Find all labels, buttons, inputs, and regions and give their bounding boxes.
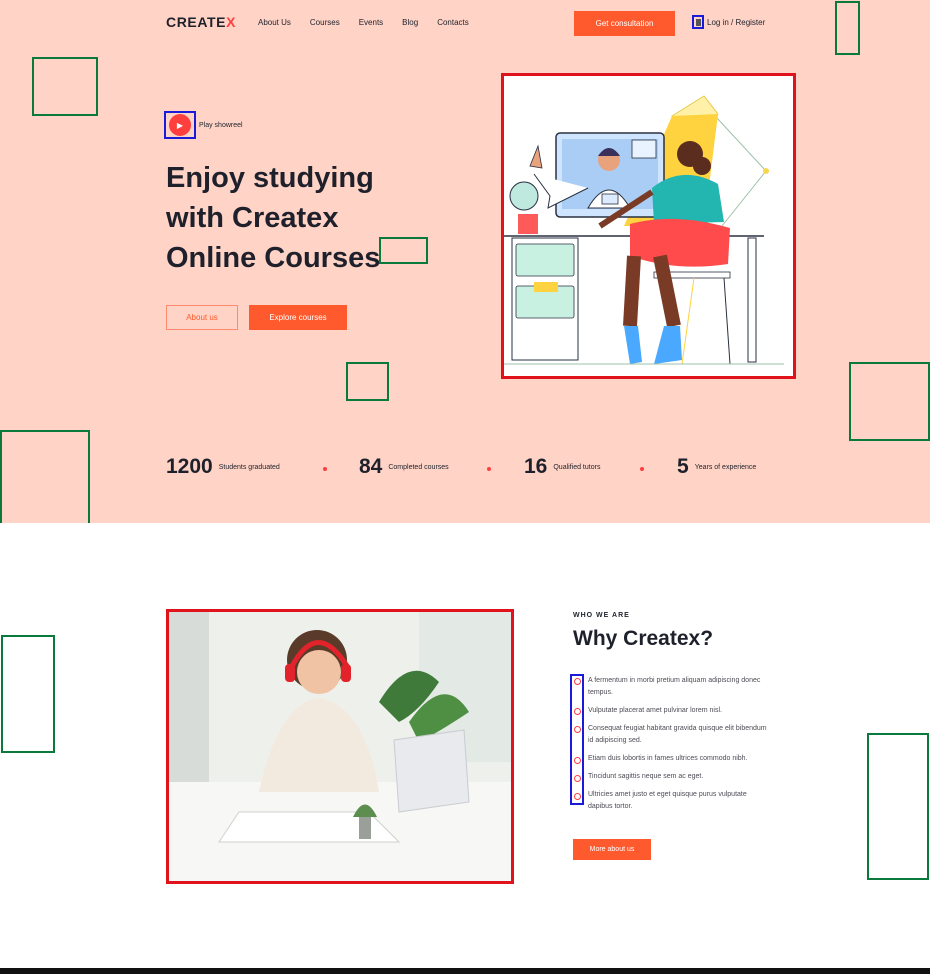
hero-title-line-1: Enjoy studying <box>166 162 374 194</box>
stat-label: Completed courses <box>388 463 449 471</box>
stat-students: 1200 Students graduated <box>166 455 280 479</box>
list-item: Vulputate placerat amet pulvinar lorem n… <box>588 707 722 714</box>
list-item: Ultricies amet justo et eget quisque pur… <box>588 791 747 810</box>
stat-tutors: 16 Qualified tutors <box>524 455 600 479</box>
stat-separator <box>640 467 644 471</box>
deco-dots-shape <box>849 362 930 441</box>
feature-list: A fermentum in morbi pretium aliquam adi… <box>588 675 768 819</box>
stats-row: 1200 Students graduated 84 Completed cou… <box>166 455 766 485</box>
logo[interactable]: CREATEX <box>166 14 236 30</box>
stat-value: 84 <box>359 455 383 478</box>
main-nav: About Us Courses Events Blog Contacts <box>258 18 469 27</box>
list-item: Etiam duis lobortis in fames ultrices co… <box>588 755 748 762</box>
section-title: Why Createx? <box>573 627 714 650</box>
list-item: A fermentum in morbi pretium aliquam adi… <box>588 677 761 696</box>
deco-circle-shape <box>867 733 929 880</box>
play-showreel-label: Play showreel <box>199 121 243 129</box>
check-circle-icon <box>574 708 581 715</box>
deco-circle-shape <box>0 430 90 523</box>
deco-shape <box>379 237 428 264</box>
nav-about-us[interactable]: About Us <box>258 18 291 27</box>
stat-courses: 84 Completed courses <box>359 455 449 479</box>
stat-value: 5 <box>677 455 689 478</box>
list-item: Tincidunt sagittis neque sem ac eget. <box>588 773 704 780</box>
deco-arrows-shape <box>32 57 98 116</box>
nav-events[interactable]: Events <box>359 18 383 27</box>
user-icon <box>692 15 704 29</box>
section-eyebrow: WHO WE ARE <box>573 612 630 619</box>
login-register-link[interactable]: Log in / Register <box>692 15 765 29</box>
stat-label: Students graduated <box>218 463 280 471</box>
check-circle-icon <box>574 793 581 800</box>
stat-label: Years of experience <box>694 463 757 471</box>
play-icon[interactable]: ▶ <box>169 114 191 136</box>
stat-separator <box>323 467 327 471</box>
more-about-us-button[interactable]: More about us <box>573 839 651 860</box>
check-circle-icon <box>574 757 581 764</box>
student-with-headphones-image <box>169 612 511 881</box>
about-us-button[interactable]: About us <box>166 305 238 330</box>
hero-title-line-3: Online Courses <box>166 242 381 274</box>
stat-value: 1200 <box>166 455 213 478</box>
footer-edge <box>0 968 930 974</box>
hero-title: Enjoy studying with Createx Online Cours… <box>166 158 406 278</box>
stat-label: Qualified tutors <box>553 463 601 471</box>
check-circle-icon <box>574 775 581 782</box>
student-photo <box>166 609 514 884</box>
list-item: Consequat feugiat habitant gravida quisq… <box>588 725 767 744</box>
stat-experience: 5 Years of experience <box>677 455 756 479</box>
explore-courses-button[interactable]: Explore courses <box>249 305 347 330</box>
feature-checks <box>570 674 584 805</box>
nav-blog[interactable]: Blog <box>402 18 418 27</box>
stat-value: 16 <box>524 455 548 478</box>
hero-section: CREATEX About Us Courses Events Blog Con… <box>0 0 930 523</box>
nav-contacts[interactable]: Contacts <box>437 18 469 27</box>
get-consultation-button[interactable]: Get consultation <box>574 11 675 36</box>
deco-dots-shape <box>1 635 55 753</box>
nav-courses[interactable]: Courses <box>310 18 340 27</box>
hero-illustration <box>501 73 796 379</box>
check-circle-icon <box>574 726 581 733</box>
studying-illustration <box>504 95 784 365</box>
deco-shape <box>346 362 389 401</box>
stat-separator <box>487 467 491 471</box>
hero-title-line-2: with Createx <box>166 202 339 234</box>
play-button-frame: ▶ <box>164 111 196 139</box>
check-circle-icon <box>574 678 581 685</box>
play-showreel[interactable]: ▶ Play showreel <box>164 111 243 139</box>
deco-shape <box>835 1 860 55</box>
login-label: Log in / Register <box>707 17 766 27</box>
